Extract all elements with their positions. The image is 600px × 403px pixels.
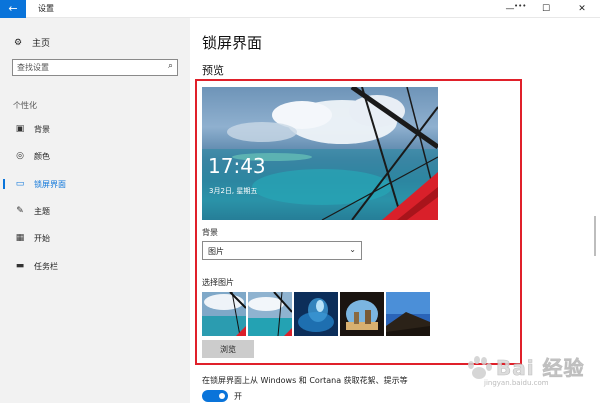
watermark-text: Bai 经验 bbox=[496, 356, 585, 381]
start-icon: ▦ bbox=[15, 233, 25, 243]
sidebar-item-background[interactable]: ▣ 背景 bbox=[0, 119, 190, 139]
gear-icon: ⚙ bbox=[14, 37, 23, 48]
watermark: Bai 经验 jingyan.baidu.com bbox=[462, 352, 594, 398]
cortana-tips-toggle[interactable] bbox=[202, 390, 228, 402]
home-label: 主页 bbox=[32, 39, 51, 49]
sidebar-item-colors[interactable]: ◎ 颜色 bbox=[0, 146, 190, 166]
toggle-knob bbox=[219, 393, 225, 399]
cortana-tips-label: 在锁屏界面上从 Windows 和 Cortana 获取花絮、提示等 bbox=[202, 376, 408, 385]
window-controls: — ☐ ✕ bbox=[492, 0, 600, 18]
image-icon: ▣ bbox=[15, 124, 25, 134]
sidebar-item-label: 背景 bbox=[34, 124, 50, 134]
back-button[interactable]: ← bbox=[0, 0, 26, 18]
sidebar: ⚙ 主页 ⌕ 个性化 ▣ 背景 ◎ 颜色 ▭ 锁屏界面 ✎ 主题 ▦ 开始 ▬ … bbox=[0, 18, 190, 403]
minimize-button[interactable]: — bbox=[492, 0, 528, 18]
search-box: ⌕ bbox=[12, 59, 178, 76]
scrollbar-thumb[interactable] bbox=[594, 216, 596, 256]
back-arrow-icon: ← bbox=[8, 2, 18, 15]
search-input[interactable] bbox=[17, 61, 157, 74]
taskbar-icon: ▬ bbox=[15, 261, 25, 271]
sidebar-item-label: 任务栏 bbox=[34, 261, 58, 271]
toggle-state-label: 开 bbox=[234, 392, 242, 401]
sidebar-item-themes[interactable]: ✎ 主题 bbox=[0, 201, 190, 221]
sidebar-item-label: 颜色 bbox=[34, 151, 50, 161]
page-title: 锁屏界面 bbox=[202, 34, 263, 52]
palette-icon: ◎ bbox=[16, 151, 24, 161]
sidebar-home[interactable]: ⚙ 主页 bbox=[14, 36, 51, 50]
window-title: 设置 bbox=[38, 4, 54, 13]
sidebar-item-label: 锁屏界面 bbox=[34, 179, 66, 189]
watermark-url: jingyan.baidu.com bbox=[484, 379, 549, 387]
close-button[interactable]: ✕ bbox=[564, 0, 600, 18]
active-indicator bbox=[3, 179, 5, 189]
lock-screen-icon: ▭ bbox=[15, 179, 25, 189]
section-header-personalization: 个性化 bbox=[13, 101, 37, 110]
sidebar-item-start[interactable]: ▦ 开始 bbox=[0, 228, 190, 248]
sidebar-item-label: 主题 bbox=[34, 206, 50, 216]
preview-heading: 预览 bbox=[202, 64, 224, 77]
maximize-button[interactable]: ☐ bbox=[528, 0, 564, 18]
sidebar-item-label: 开始 bbox=[34, 233, 50, 243]
title-bar: ← 设置 ••• — ☐ ✕ bbox=[0, 0, 600, 18]
highlight-annotation-box bbox=[195, 79, 522, 365]
sidebar-item-lock-screen[interactable]: ▭ 锁屏界面 bbox=[0, 174, 190, 194]
sidebar-item-taskbar[interactable]: ▬ 任务栏 bbox=[0, 256, 190, 276]
brush-icon: ✎ bbox=[16, 206, 24, 216]
search-icon[interactable]: ⌕ bbox=[168, 61, 173, 71]
scrollbar[interactable] bbox=[593, 20, 598, 400]
